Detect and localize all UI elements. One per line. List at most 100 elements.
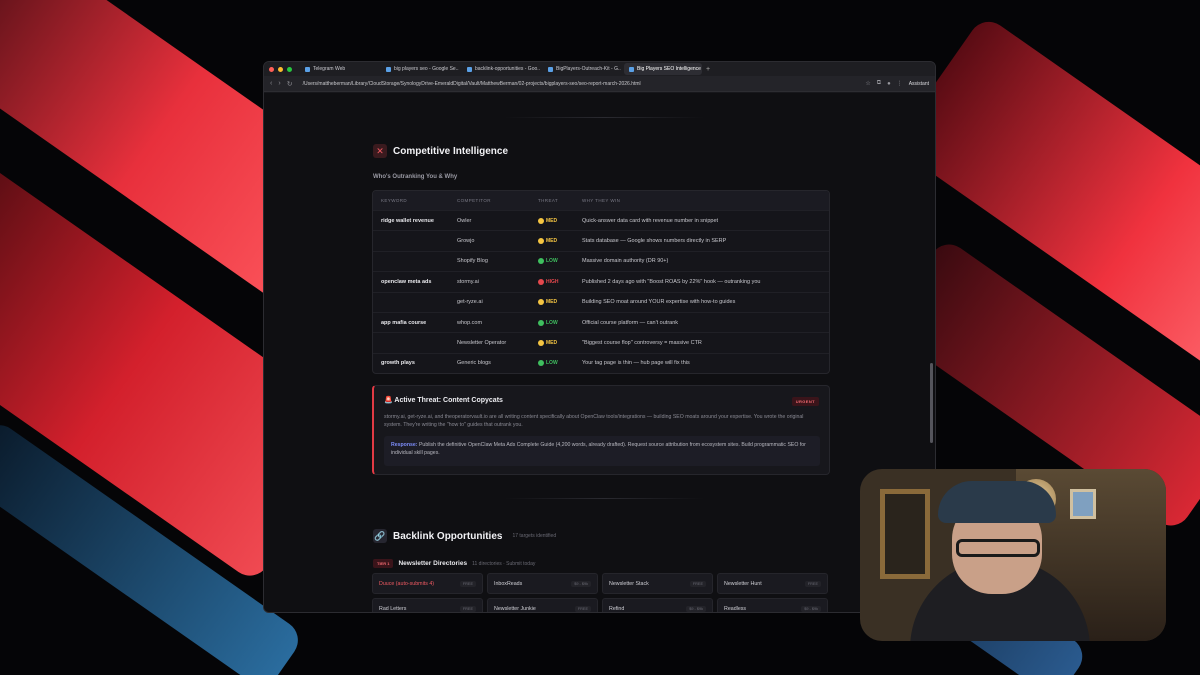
profile-icon[interactable]: ●	[887, 81, 891, 87]
response-label: Response:	[391, 442, 418, 448]
competitor-cell: whop.com	[457, 319, 483, 326]
menu-icon[interactable]: ⋮	[897, 80, 903, 87]
table-row: growth plays Generic blogs LOW Your tag pag…	[373, 352, 829, 373]
url-text: /Users/mattheberman/Library/CloudStorage…	[302, 80, 641, 87]
urgent-badge: URGENT	[791, 397, 819, 406]
tab-label: big players seo - Google Se...	[394, 66, 459, 72]
alert-title: 🚨 Active Threat: Content Copycats	[384, 397, 503, 404]
directory-card[interactable]: Refind $9 - $9k	[602, 598, 713, 612]
section-divider	[504, 498, 704, 499]
column-header: WHY THEY WIN	[582, 198, 621, 203]
tab-favicon-icon	[467, 66, 472, 72]
price-tag: FREE	[459, 605, 476, 612]
threat-level-icon	[538, 340, 544, 347]
price-tag: $9 - $9k	[801, 605, 821, 612]
threat-label: MED	[546, 217, 558, 224]
minimize-window-button[interactable]	[278, 66, 283, 72]
webcam-overlay	[860, 469, 1166, 641]
tab-bar: Telegram Web big players seo - Google Se.…	[264, 62, 935, 76]
threat-cell: LOW	[538, 319, 582, 326]
directory-card[interactable]: Duuce (auto-submits 4) FREE	[372, 573, 483, 594]
browser-tab[interactable]: Telegram Web	[300, 63, 378, 75]
browser-tab[interactable]: Big Players SEO Intelligence	[624, 63, 702, 75]
price-tag: FREE	[574, 605, 591, 612]
threat-cell: HIGH	[538, 278, 582, 285]
threat-level-icon	[538, 258, 544, 265]
directory-card[interactable]: Newsletter Stack FREE	[602, 573, 713, 594]
page-scrollbar[interactable]	[930, 363, 933, 443]
threat-label: LOW	[546, 360, 558, 367]
directory-name: Newsletter Hunt	[724, 580, 762, 587]
crossed-swords-icon: ✕	[373, 144, 387, 158]
reason-cell: Quick-answer data card with revenue numb…	[582, 217, 719, 224]
directory-card[interactable]: Readless $9 - $9k	[717, 598, 828, 612]
star-icon[interactable]: ☆	[865, 80, 870, 87]
directory-card[interactable]: Newsletter Junkie FREE	[487, 598, 598, 612]
tab-favicon-icon	[629, 66, 634, 72]
table-row: openclaw meta ads stormy.ai HIGH Published …	[373, 271, 829, 291]
competitor-cell: Newsletter Operator	[457, 340, 507, 347]
webcam-person	[938, 481, 1056, 523]
competitor-cell: Shopify Blog	[457, 258, 488, 265]
back-arrow-icon[interactable]: ‹	[270, 80, 272, 87]
table-row: Growjo MED Stats database — Google shows n…	[373, 230, 829, 250]
alert-body: stormy.ai, get-ryze.ai, and theoperatorv…	[384, 414, 804, 428]
webcam-person	[956, 539, 1040, 557]
threat-level-icon	[538, 217, 544, 224]
table-subtitle: Who's Outranking You & Why	[373, 174, 458, 180]
extensions-icon[interactable]: ⧉	[877, 80, 881, 87]
tab-favicon-icon	[386, 66, 391, 72]
threat-level-icon	[538, 360, 544, 367]
competitor-cell: Owler	[457, 217, 472, 224]
browser-tab[interactable]: big players seo - Google Se...	[381, 63, 459, 75]
webcam-background	[1070, 489, 1096, 519]
directory-name: Rad Letters	[379, 605, 407, 612]
table-row: get-ryze.ai MED Building SEO moat around Y…	[373, 291, 829, 312]
price-tag: $9 - $9k	[571, 580, 591, 587]
directory-card[interactable]: InboxReads $9 - $9k	[487, 573, 598, 594]
maximize-window-button[interactable]	[287, 66, 292, 72]
backlinks-header: 🔗 Backlink Opportunities 17 targets iden…	[373, 529, 556, 543]
table-body: ridge wallet revenue Owler MED Quick-answer…	[373, 210, 829, 373]
response-text: Publish the definitive OpenClaw Meta Ads…	[391, 442, 806, 456]
webcam-background	[880, 489, 930, 579]
browser-window: Telegram Web big players seo - Google Se.…	[263, 61, 936, 613]
page-content: ✕ Competitive Intelligence Who's Outrank…	[264, 93, 935, 612]
address-bar: ‹ › ↻ /Users/mattheberman/Library/CloudS…	[264, 76, 935, 92]
assistant-button[interactable]: Assistant	[909, 81, 929, 87]
threat-label: HIGH	[546, 278, 559, 285]
tier-subtitle: 11 directories · Submit today	[472, 560, 536, 567]
directory-name: Refind	[609, 605, 625, 612]
tab-label: backlink-opportunities - Goo...	[475, 66, 540, 72]
threat-label: LOW	[546, 319, 558, 326]
threat-cell: MED	[538, 217, 582, 224]
threat-cell: MED	[538, 238, 582, 245]
price-tag: FREE	[804, 580, 821, 587]
column-header: KEYWORD	[381, 198, 408, 203]
reason-cell: Official course platform — can't outrank	[582, 319, 679, 326]
browser-tab[interactable]: backlink-opportunities - Goo...	[462, 63, 540, 75]
reason-cell: "Biggest course flop" controversy = mass…	[582, 340, 702, 347]
url-field[interactable]: /Users/mattheberman/Library/CloudStorage…	[299, 79, 860, 89]
table-header: KEYWORD COMPETITOR THREAT WHY THEY WIN	[373, 191, 829, 210]
section-title: Backlink Opportunities	[393, 530, 503, 542]
browser-tab[interactable]: BigPlayers-Outreach-Kit - G...	[543, 63, 621, 75]
competitor-cell: get-ryze.ai	[457, 299, 483, 306]
tab-label: BigPlayers-Outreach-Kit - G...	[556, 66, 621, 72]
threat-cell: LOW	[538, 258, 582, 265]
forward-arrow-icon[interactable]: ›	[278, 80, 280, 87]
price-tag: FREE	[689, 580, 706, 587]
tab-list: Telegram Web big players seo - Google Se.…	[300, 63, 702, 75]
reload-icon[interactable]: ↻	[287, 80, 293, 88]
table-row: ridge wallet revenue Owler MED Quick-answer…	[373, 210, 829, 230]
new-tab-button[interactable]: +	[706, 66, 710, 73]
reason-cell: Building SEO moat around YOUR expertise …	[582, 299, 736, 306]
close-window-button[interactable]	[269, 66, 274, 72]
table-row: Newsletter Operator MED "Biggest course fl…	[373, 332, 829, 352]
keyword-cell: growth plays	[381, 360, 415, 367]
directory-card[interactable]: Newsletter Hunt FREE	[717, 573, 828, 594]
reason-cell: Published 2 days ago with "Boost ROAS by…	[582, 278, 761, 285]
tab-favicon-icon	[548, 66, 553, 72]
reason-cell: Stats database — Google shows numbers di…	[582, 238, 727, 245]
directory-card[interactable]: Rad Letters FREE	[372, 598, 483, 612]
